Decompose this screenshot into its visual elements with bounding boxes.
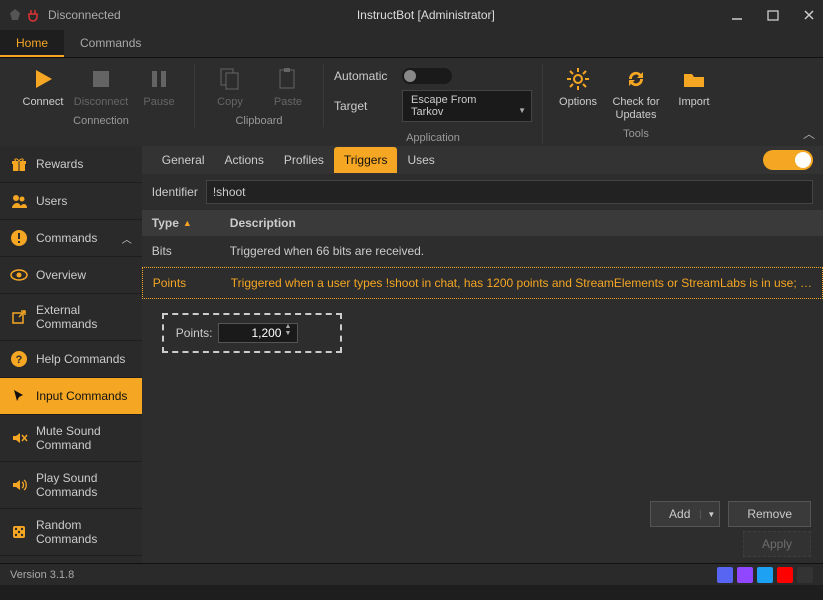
- paste-button: Paste: [263, 64, 313, 109]
- sidebar-item-mute-sound-command[interactable]: Mute Sound Command: [0, 415, 142, 462]
- version-label: Version 3.1.8: [10, 569, 717, 581]
- menubar: Home Commands: [0, 30, 823, 58]
- maximize-button[interactable]: [767, 9, 779, 21]
- tab-actions[interactable]: Actions: [215, 147, 274, 173]
- tab-profiles[interactable]: Profiles: [274, 147, 334, 173]
- apply-button: Apply: [743, 531, 811, 557]
- sidebar-item-commands[interactable]: Commands︿: [0, 220, 142, 257]
- cursor-icon: [10, 387, 28, 405]
- sidebar-item-rewards[interactable]: Rewards: [0, 146, 142, 183]
- menu-tab-commands[interactable]: Commands: [64, 30, 157, 57]
- ribbon-group-connection: Connect Disconnect Pause Connection: [8, 64, 195, 127]
- points-editor: Points: ▲▼: [162, 313, 342, 353]
- users-icon: [10, 192, 28, 210]
- points-label: Points:: [176, 326, 213, 340]
- column-description[interactable]: Description: [230, 216, 813, 230]
- pause-button: Pause: [134, 64, 184, 109]
- tab-general[interactable]: General: [152, 147, 215, 173]
- sidebar-item-swap-mouse-button-command[interactable]: Swap Mouse Button Command: [0, 556, 142, 563]
- youtube-icon[interactable]: [777, 567, 793, 583]
- gear-icon: [563, 64, 593, 94]
- identifier-input[interactable]: [206, 180, 813, 204]
- identifier-label: Identifier: [152, 185, 198, 199]
- svg-text:?: ?: [16, 354, 23, 366]
- target-label: Target: [334, 99, 394, 113]
- column-type[interactable]: Type▲: [152, 216, 230, 230]
- options-button[interactable]: Options: [553, 64, 603, 122]
- sort-asc-icon: ▲: [183, 218, 192, 228]
- app-icon: [8, 8, 22, 22]
- sidebar-item-help-commands[interactable]: ?Help Commands: [0, 341, 142, 378]
- sound-icon: [10, 476, 28, 494]
- paste-icon: [273, 64, 303, 94]
- connect-button[interactable]: Connect: [18, 64, 68, 109]
- statusbar: Version 3.1.8: [0, 563, 823, 585]
- titlebar: Disconnected InstructBot [Administrator]: [0, 0, 823, 30]
- table-header: Type▲ Description: [142, 210, 823, 236]
- minimize-button[interactable]: [731, 9, 743, 21]
- ribbon-group-clipboard: Copy Paste Clipboard: [195, 64, 324, 127]
- automatic-label: Automatic: [334, 69, 394, 83]
- window-title: InstructBot [Administrator]: [121, 8, 731, 22]
- dice-icon: [10, 523, 28, 541]
- external-icon: [10, 308, 28, 326]
- plug-icon: [26, 8, 40, 22]
- discord-icon[interactable]: [717, 567, 733, 583]
- twitter-icon[interactable]: [757, 567, 773, 583]
- pause-icon: [144, 64, 174, 94]
- stop-icon: [86, 64, 116, 94]
- sidebar: RewardsUsersCommands︿OverviewExternal Co…: [0, 146, 142, 563]
- table-row[interactable]: Bits Triggered when 66 bits are received…: [142, 236, 823, 267]
- check-updates-button[interactable]: Check for Updates: [611, 64, 661, 122]
- automatic-toggle[interactable]: [402, 68, 452, 84]
- tab-uses[interactable]: Uses: [397, 147, 444, 173]
- remove-button[interactable]: Remove: [728, 501, 811, 527]
- gift-icon: [10, 155, 28, 173]
- twitch-icon[interactable]: [737, 567, 753, 583]
- chevron-up-icon: ︿: [122, 231, 132, 246]
- target-dropdown[interactable]: Escape From Tarkov: [402, 90, 532, 122]
- eye-icon: [10, 266, 28, 284]
- ribbon-group-tools: Options Check for Updates Import Tools: [543, 64, 729, 140]
- disconnect-button: Disconnect: [76, 64, 126, 109]
- tab-triggers[interactable]: Triggers: [334, 147, 398, 173]
- close-button[interactable]: [803, 9, 815, 21]
- app-icon[interactable]: [797, 567, 813, 583]
- sidebar-item-input-commands[interactable]: Input Commands: [0, 378, 142, 415]
- content-tabs: General Actions Profiles Triggers Uses: [142, 146, 823, 174]
- spinner-buttons[interactable]: ▲▼: [284, 323, 296, 337]
- sidebar-item-users[interactable]: Users: [0, 183, 142, 220]
- sidebar-item-play-sound-commands[interactable]: Play Sound Commands: [0, 462, 142, 509]
- sidebar-item-random-commands[interactable]: Random Commands: [0, 509, 142, 556]
- content-panel: General Actions Profiles Triggers Uses I…: [142, 146, 823, 563]
- ribbon: Connect Disconnect Pause Connection Copy: [0, 58, 823, 146]
- help-icon: ?: [10, 350, 28, 368]
- chevron-down-icon[interactable]: ▼: [700, 510, 715, 519]
- sidebar-item-external-commands[interactable]: External Commands: [0, 294, 142, 341]
- import-button[interactable]: Import: [669, 64, 719, 122]
- copy-button: Copy: [205, 64, 255, 109]
- ribbon-collapse-button[interactable]: ︿: [803, 125, 815, 142]
- mute-icon: [10, 429, 28, 447]
- refresh-icon: [621, 64, 651, 94]
- table-row[interactable]: Points Triggered when a user types !shoo…: [142, 267, 823, 299]
- menu-tab-home[interactable]: Home: [0, 30, 64, 57]
- ribbon-group-application: Automatic Target Escape From Tarkov Appl…: [324, 64, 543, 144]
- copy-icon: [215, 64, 245, 94]
- sidebar-item-overview[interactable]: Overview: [0, 257, 142, 294]
- enable-toggle[interactable]: [763, 150, 813, 170]
- add-button[interactable]: Add▼: [650, 501, 720, 527]
- play-icon: [28, 64, 58, 94]
- connection-status: Disconnected: [48, 8, 121, 22]
- alert-icon: [10, 229, 28, 247]
- folder-icon: [679, 64, 709, 94]
